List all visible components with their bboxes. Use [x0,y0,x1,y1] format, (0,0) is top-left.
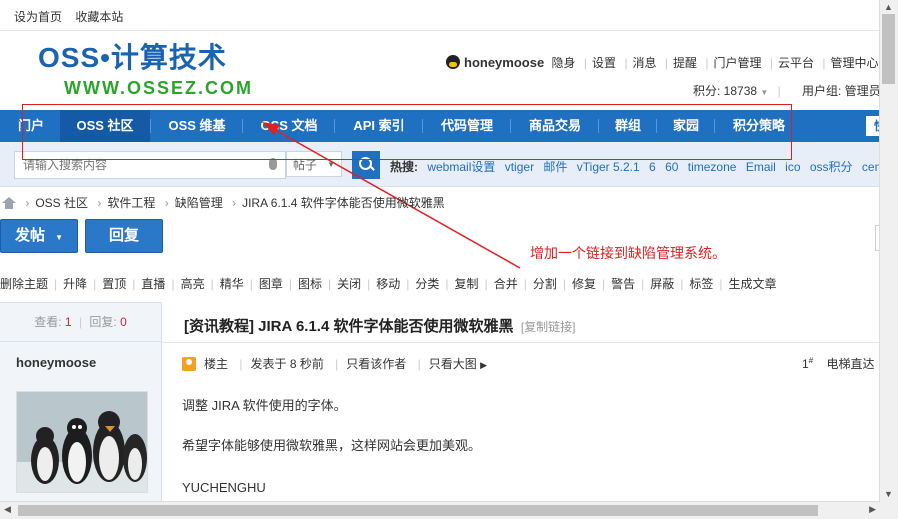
toolbar-repair[interactable]: 修复 [572,277,596,291]
reply-count: 0 [120,315,127,329]
breadcrumb-defect-management[interactable]: 缺陷管理 [175,196,223,210]
home-icon[interactable] [2,197,16,209]
toolbar-tags[interactable]: 标签 [689,277,713,291]
avatar[interactable] [16,391,148,493]
elevator-link[interactable]: 电梯直达 [826,357,874,371]
toolbar-category[interactable]: 分类 [415,277,439,291]
horizontal-scrollbar[interactable]: ◀ ▶ [0,501,880,519]
scrollbar-thumb[interactable] [882,14,895,84]
thread-title-row: [资讯教程] JIRA 6.1.4 软件字体能否使用微软雅黑 [复制链接] [184,315,576,336]
reply-button[interactable]: 回复 [85,219,163,253]
toolbar-merge[interactable]: 合并 [494,277,518,291]
toolbar-highlight[interactable]: 高亮 [181,277,205,291]
scrollbar-thumb[interactable] [18,505,818,516]
scroll-up-icon[interactable]: ▲ [884,2,893,12]
toolbar-move[interactable]: 移动 [376,277,400,291]
toolbar-split[interactable]: 分割 [533,277,557,291]
scroll-left-icon[interactable]: ◀ [4,504,11,515]
toolbar-move-up-down[interactable]: 升降 [63,277,87,291]
toolbar-icon[interactable]: 图标 [298,277,322,291]
breadcrumb-software-engineering[interactable]: 软件工程 [107,196,155,210]
copy-link[interactable]: [复制链接] [521,320,576,334]
breadcrumb: › OSS 社区 › 软件工程 › 缺陷管理 › JIRA 6.1.4 软件字体能否使用… [0,194,445,211]
toolbar-warn[interactable]: 警告 [611,277,635,291]
breadcrumb-community[interactable]: OSS 社区 [35,196,88,210]
moderation-toolbar: 删除主题 | 升降 | 置顶 | 直播 | 高亮 | 精华 | 图章 | 图标 | 关闭 | 移动 | 分类 | 复制 | 合并… [0,277,777,291]
only-author-link[interactable]: 只看该作者 [346,357,406,371]
post-time: 发表于 8 秒前 [250,357,324,371]
author-name[interactable]: honeymoose [16,355,96,370]
user-icon [182,357,196,371]
post-meta: 楼主 | 发表于 8 秒前 | 只看该作者 | 只看大图 ▶ [182,355,487,372]
toolbar-pin[interactable]: 置顶 [102,277,126,291]
toolbar-stamp[interactable]: 图章 [259,277,283,291]
annotation-text: 增加一个链接到缺陷管理系统。 [530,245,726,261]
toolbar-copy[interactable]: 复制 [455,277,479,291]
toolbar-close[interactable]: 关闭 [337,277,361,291]
post-body-line: 希望字体能够使用微软雅黑，这样网站会更加美观。 [182,438,482,453]
floor-info: 1# 电梯直达 [802,356,875,371]
breadcrumb-thread[interactable]: JIRA 6.1.4 软件字体能否使用微软雅黑 [242,196,445,210]
post-button[interactable]: 发帖 ▼ [0,219,78,253]
thread-title: [资讯教程] JIRA 6.1.4 软件字体能否使用微软雅黑 [184,318,514,335]
author-sidebar: 查看: 1 | 回复: 0 honeymoose [0,302,162,501]
toolbar-block[interactable]: 屏蔽 [650,277,674,291]
floor-number: 1 [802,357,809,371]
post-body-line: YUCHENGHU [182,480,266,495]
play-arrow-icon: ▶ [480,360,488,370]
vertical-scrollbar[interactable]: ▲ ▼ [879,0,898,519]
toolbar-live[interactable]: 直播 [141,277,165,291]
floor-owner-label: 楼主 [204,357,229,371]
post-button-label: 发帖 [14,227,45,244]
view-count: 1 [64,315,72,329]
caret-down-icon: ▼ [55,233,64,242]
toolbar-delete[interactable]: 删除主题 [0,277,48,291]
post-body-line: 调整 JIRA 软件使用的字体。 [182,398,347,413]
toolbar-generate-article[interactable]: 生成文章 [729,277,777,291]
big-image-link[interactable]: 只看大图 [429,357,477,371]
thread-stats: 查看: 1 | 回复: 0 [0,303,161,342]
toolbar-digest[interactable]: 精华 [220,277,244,291]
scroll-down-icon[interactable]: ▼ [884,489,893,499]
scroll-right-icon[interactable]: ▶ [869,504,876,515]
